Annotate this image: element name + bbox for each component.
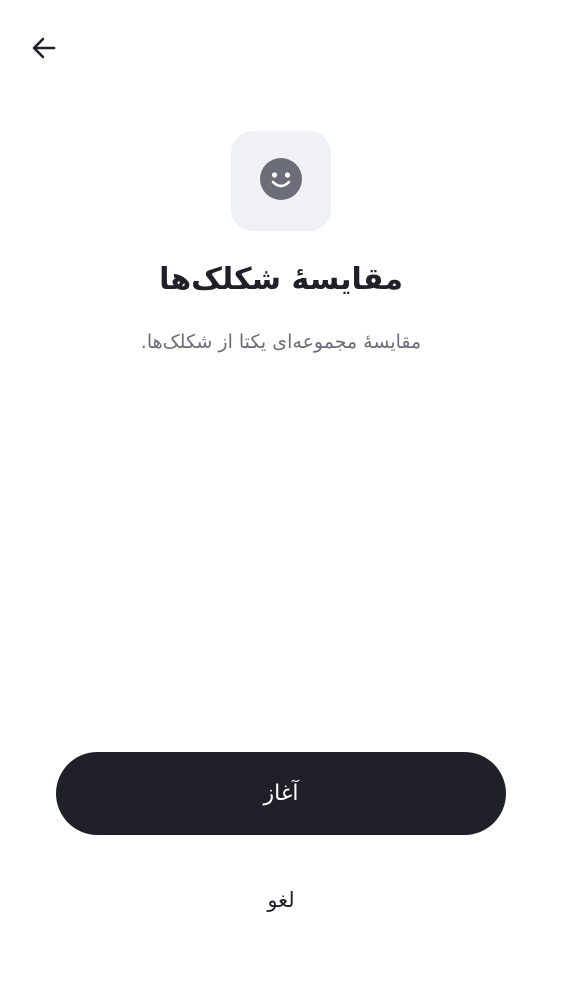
page-description: مقایسهٔ مجموعه‌ای یکتا از شکلک‌ها.: [140, 331, 422, 353]
back-button[interactable]: [24, 30, 64, 70]
emoji-comparison-screen: مقایسهٔ شکلک‌ها مقایسهٔ مجموعه‌ای یکتا ا…: [0, 0, 562, 1000]
page-title: مقایسهٔ شکلک‌ها: [159, 262, 403, 297]
start-button[interactable]: آغاز: [56, 752, 506, 835]
arrow-left-icon: [30, 34, 58, 66]
start-button-label: آغاز: [263, 781, 299, 806]
cancel-button[interactable]: لغو: [231, 875, 331, 925]
emoji-tile: [231, 131, 331, 231]
cancel-button-label: لغو: [267, 888, 295, 912]
smiley-face-icon: [259, 157, 303, 205]
